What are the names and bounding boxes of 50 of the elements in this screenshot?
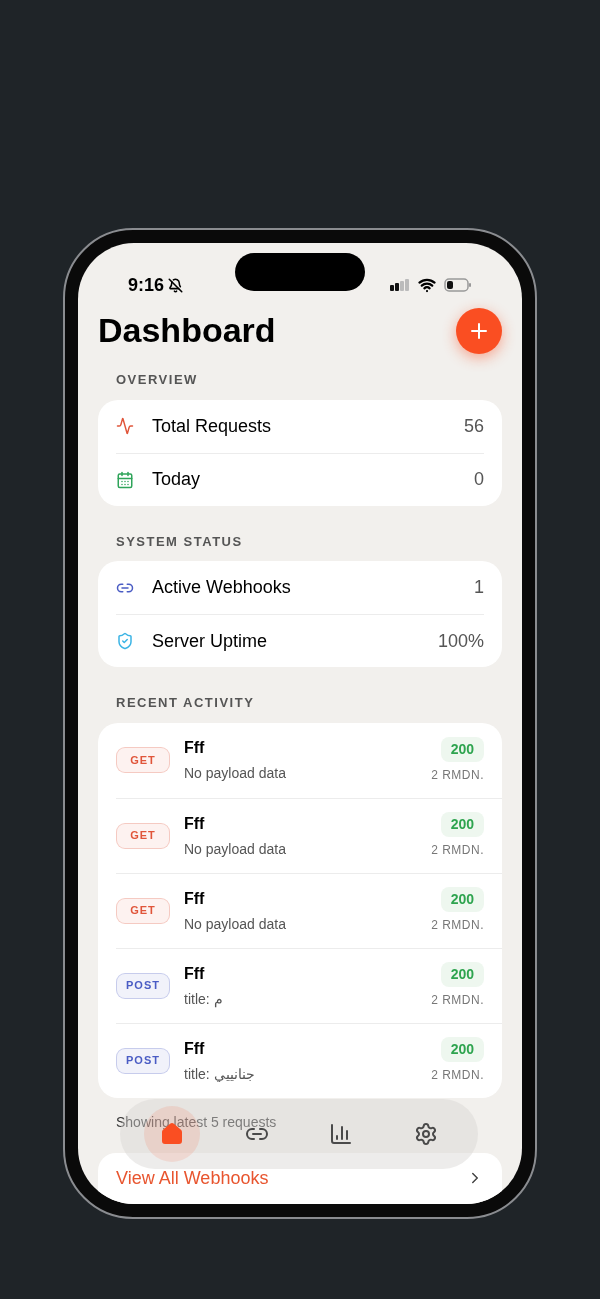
section-heading: SYSTEM STATUS [115,532,244,551]
request-time: 2 RMDN. [431,766,484,784]
bell-off-icon [168,277,184,293]
footer-note: Showing latest 5 requests [115,1112,278,1132]
chart-icon [329,1122,354,1146]
method-badge: GET [116,897,170,924]
method-badge: POST [116,972,170,999]
page-title: Dashboard [98,310,276,352]
battery-icon [444,278,472,292]
status-code: 200 [440,1037,484,1063]
request-name: Fff [184,813,206,834]
settings-icon [413,1122,438,1146]
request-name: Fff [184,1038,206,1059]
method-badge: POST [116,1047,170,1074]
request-name: Fff [184,738,206,759]
status-code: 200 [440,812,484,838]
status-code: 200 [440,887,484,913]
section-heading: OVERVIEW [115,371,199,390]
row-label: Total Requests [152,414,273,438]
request-name: Fff [184,963,206,984]
status-code: 200 [440,962,484,988]
row-value: 100% [437,629,484,653]
section-heading: RECENT ACTIVITY [115,694,256,713]
request-detail: No payload data [184,839,287,859]
method-badge: GET [116,822,170,849]
request-detail: No payload data [184,914,287,934]
method-badge: GET [116,747,170,774]
pulse-icon [116,417,134,436]
row-value: 0 [474,468,484,492]
row-label: Today [152,468,202,492]
request-time: 2 RMDN. [431,842,484,860]
request-detail: title: جنانييي [184,1064,256,1084]
request-detail: title: م [184,989,224,1010]
status-code: 200 [440,736,484,762]
view-all-link[interactable]: View All Webhooks [98,1152,502,1204]
row-value: 1 [474,576,484,600]
request-time: 2 RMDN. [431,1067,484,1085]
request-name: Fff [184,888,206,909]
wifi-icon [418,276,436,294]
clock: 9:16 [128,273,165,297]
row-value: 56 [463,414,484,438]
request-detail: No payload data [184,764,287,784]
request-time: 2 RMDN. [431,917,484,935]
signal-icon [390,279,410,291]
row-label: Server Uptime [152,629,269,653]
calendar-icon [116,470,134,489]
add-button[interactable] [456,307,502,354]
row-label: Active Webhooks [152,576,292,600]
shield-icon [116,632,134,651]
request-time: 2 RMDN. [431,992,484,1010]
